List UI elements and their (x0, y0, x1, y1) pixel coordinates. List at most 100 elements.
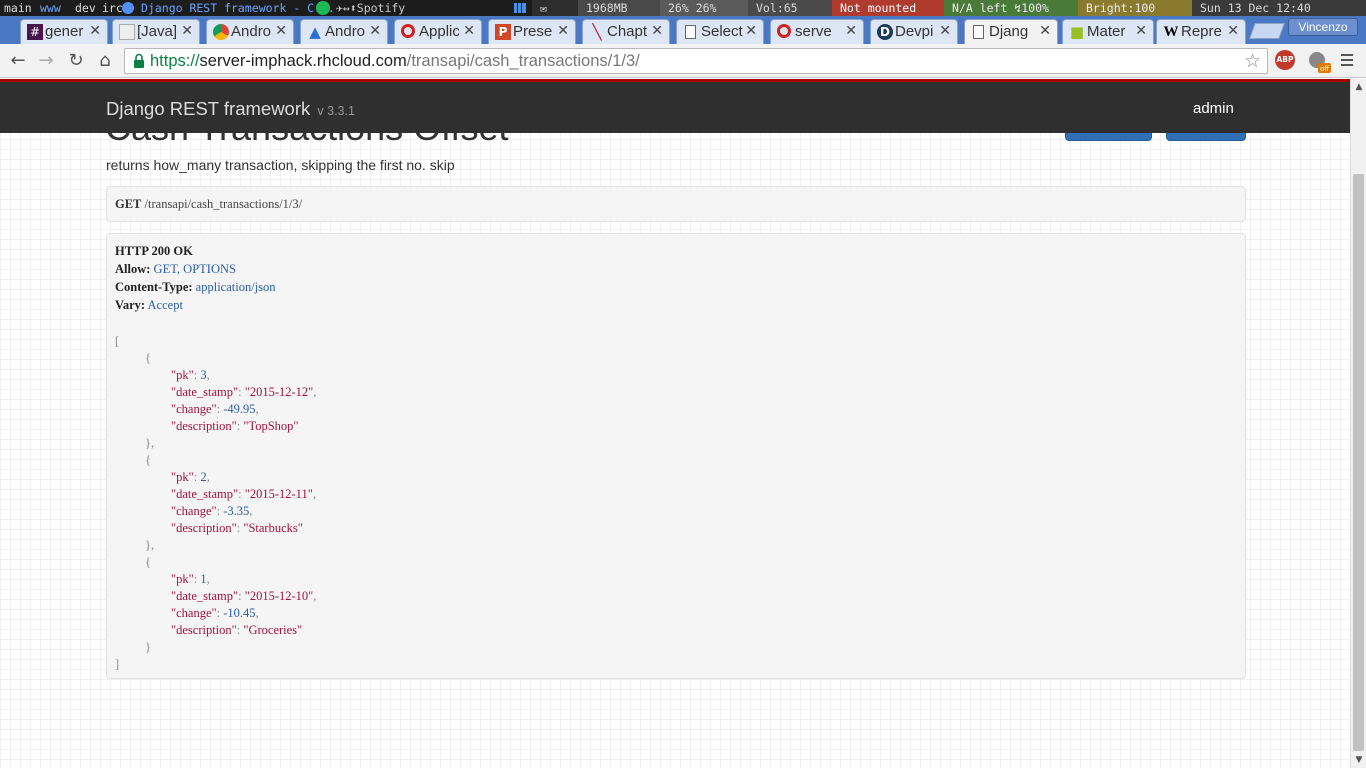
tab-strip: # gener ✕ [Java] ✕ Andro ✕ ▲ Andro ✕ App… (0, 16, 1366, 44)
tab-chapt[interactable]: ╲ Chapt ✕ (582, 19, 670, 44)
tab-close-icon[interactable]: ✕ (1227, 23, 1239, 39)
request-line: GET /transapi/cash_transactions/1/3/ (115, 197, 302, 212)
address-bar[interactable]: https://server-imphack.rhcloud.com/trans… (124, 48, 1268, 74)
json-field-pk: "pk": 1, (171, 572, 210, 586)
json-object-open: { (145, 453, 151, 467)
json-object-open: { (145, 555, 151, 569)
json-field-date-stamp: "date_stamp": "2015-12-10", (171, 589, 317, 603)
page-scrollbar[interactable]: ▲ ▼ (1350, 79, 1366, 768)
response-status: HTTP 200 OK (115, 244, 193, 258)
tab-andro-2[interactable]: ▲ Andro ✕ (300, 19, 388, 44)
scroll-down-icon[interactable]: ▼ (1351, 752, 1366, 768)
tab-close-icon[interactable]: ✕ (557, 23, 569, 39)
header-allow: Allow: GET, OPTIONS (115, 262, 236, 276)
tab-select[interactable]: Select ✕ (676, 19, 764, 44)
wikipedia-icon: W (1163, 24, 1179, 40)
json-field-description: "description": "Groceries" (171, 623, 303, 637)
workspace-dev[interactable]: dev (75, 0, 96, 16)
back-icon[interactable]: ← (8, 51, 28, 71)
json-object-close: } (145, 640, 151, 654)
bookmark-star-icon[interactable]: ☆ (1244, 50, 1261, 72)
workspace-www[interactable]: www (40, 0, 61, 16)
scroll-up-icon[interactable]: ▲ (1351, 79, 1366, 95)
user-menu[interactable]: admin (1193, 100, 1234, 117)
tab-serve[interactable]: serve ✕ (770, 19, 864, 44)
json-field-description: "description": "TopShop" (171, 419, 299, 433)
mount-status: Not mounted (832, 0, 944, 16)
tab-repre[interactable]: W Repre ✕ (1156, 19, 1246, 44)
powerpoint-icon: P (495, 24, 511, 40)
json-object-close: }, (145, 436, 155, 450)
tab-close-icon[interactable]: ✕ (275, 23, 287, 39)
triangle-icon: ▲ (309, 23, 321, 41)
tab-java[interactable]: [Java] ✕ (112, 19, 200, 44)
tab-close-icon[interactable]: ✕ (939, 23, 951, 39)
tab-close-icon[interactable]: ✕ (1135, 23, 1147, 39)
tab-devpi[interactable]: D Devpi ✕ (870, 19, 958, 44)
brand-link[interactable]: Django REST framework v 3.3.1 (106, 98, 355, 120)
page-icon (685, 25, 696, 39)
svg-text:off: off (1320, 65, 1329, 73)
header-content-type: Content-Type: application/json (115, 280, 276, 294)
slash-icon: ╲ (592, 23, 602, 41)
workspace-irc[interactable]: irc (102, 0, 123, 16)
tab-close-icon[interactable]: ✕ (745, 23, 757, 39)
memory-status: 1968MB (578, 0, 660, 16)
view-description: returns how_many transaction, skipping t… (106, 157, 455, 173)
new-tab-button[interactable] (1249, 23, 1285, 39)
json-field-change: "change": -10.45, (171, 606, 259, 620)
page-viewport: Cash Transactions Offset Django REST fra… (0, 79, 1366, 768)
json-field-change: "change": -49.95, (171, 402, 259, 416)
grid-icon (119, 24, 135, 40)
response-info: HTTP 200 OK Allow: GET, OPTIONS Content-… (106, 233, 1246, 679)
system-status-bar: main www dev irc Django REST framework -… (0, 0, 1366, 16)
tab-close-icon[interactable]: ✕ (651, 23, 663, 39)
music-status: ✈↔⬍Spotify (336, 1, 406, 15)
reload-icon[interactable]: ↻ (66, 51, 86, 71)
tab-prese[interactable]: P Prese ✕ (488, 19, 576, 44)
volume-status: Vol:65 (748, 0, 832, 16)
battery-status: N/A left ↯100% (944, 0, 1078, 16)
chrome-icon (213, 24, 229, 40)
extension-icon[interactable]: off (1306, 49, 1332, 75)
tab-close-icon[interactable]: ✕ (181, 23, 193, 39)
json-field-date-stamp: "date_stamp": "2015-12-11", (171, 487, 316, 501)
browser-menu-icon[interactable] (1340, 52, 1354, 68)
json-array-open: [ (115, 334, 120, 348)
chrome-icon (122, 2, 134, 14)
json-object-close: }, (145, 538, 155, 552)
tab-gener[interactable]: # gener ✕ (20, 19, 108, 44)
cpu-status: 26% 26% (660, 0, 748, 16)
scrollbar-thumb[interactable] (1353, 174, 1364, 751)
navbar: Django REST framework v 3.3.1 admin (0, 82, 1350, 133)
android-icon: ■ (1069, 23, 1085, 41)
clock: Sun 13 Dec 12:40 (1192, 0, 1366, 16)
request-method: GET (115, 197, 142, 211)
workspace-main[interactable]: main (4, 0, 32, 16)
tab-andro-1[interactable]: Andro ✕ (206, 19, 294, 44)
forward-icon[interactable]: → (36, 51, 56, 71)
tab-close-icon[interactable]: ✕ (89, 23, 101, 39)
header-vary: Vary: Accept (115, 298, 183, 312)
openshift-icon (401, 24, 415, 38)
tab-close-icon[interactable]: ✕ (463, 23, 475, 39)
tab-mater[interactable]: ■ Mater ✕ (1062, 19, 1154, 44)
tab-applic[interactable]: Applic ✕ (394, 19, 482, 44)
tab-close-icon[interactable]: ✕ (845, 23, 857, 39)
window-title: Django REST framework - C... (141, 1, 335, 15)
request-info: GET /transapi/cash_transactions/1/3/ (106, 186, 1246, 222)
request-path: /transapi/cash_transactions/1/3/ (144, 197, 303, 211)
home-icon[interactable]: ⌂ (95, 51, 115, 71)
profile-button[interactable]: Vincenzo (1288, 18, 1358, 36)
address-url: https://server-imphack.rhcloud.com/trans… (150, 52, 640, 70)
tab-django-active[interactable]: Djang ✕ (964, 19, 1058, 44)
wifi-signal-icon (514, 3, 526, 13)
json-field-pk: "pk": 3, (171, 368, 210, 382)
tab-close-icon[interactable]: ✕ (1039, 23, 1051, 39)
adblock-icon[interactable]: ABP (1275, 50, 1295, 70)
version-label: v 3.3.1 (317, 104, 355, 118)
tab-close-icon[interactable]: ✕ (369, 23, 381, 39)
json-field-description: "description": "Starbucks" (171, 521, 303, 535)
hash-icon: # (27, 24, 43, 40)
browser-toolbar: ← → ↻ ⌂ https://server-imphack.rhcloud.c… (0, 44, 1366, 78)
